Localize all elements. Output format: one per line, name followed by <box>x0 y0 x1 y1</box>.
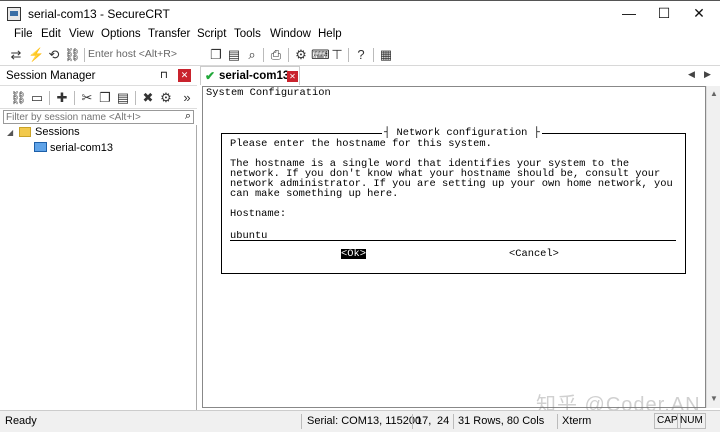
monitor-icon <box>34 142 47 152</box>
find-icon[interactable]: ⌕ <box>244 47 260 63</box>
toolbar-separator <box>373 48 374 62</box>
folder-icon <box>19 127 31 137</box>
menu-transfer[interactable]: Transfer <box>148 28 190 40</box>
pin-icon[interactable]: ⊓ <box>160 70 168 81</box>
session-manager-title: Session Manager <box>6 70 96 82</box>
scroll-up-icon[interactable]: ▲ <box>710 89 718 98</box>
terminal-screen[interactable]: System Configuration ┤ Network configura… <box>202 86 706 408</box>
session-manager-header: Session Manager ⊓ ✕ <box>0 66 197 86</box>
session-filter-box: ⌕ <box>3 110 194 124</box>
script-icon[interactable]: ▦ <box>378 47 394 63</box>
tab-scroll-right-icon[interactable]: ▶ <box>704 69 711 80</box>
status-cursor-row: 17, <box>416 415 432 427</box>
toolbar-separator <box>49 91 50 105</box>
menu-window[interactable]: Window <box>270 28 311 40</box>
paste-icon[interactable]: ▤ <box>226 47 242 63</box>
menu-bar: File Edit View Options Transfer Script T… <box>0 26 720 44</box>
reconnect-icon[interactable]: ⟲ <box>46 47 62 63</box>
menu-tools[interactable]: Tools <box>234 28 261 40</box>
maximize-button[interactable]: ☐ <box>651 4 677 22</box>
menu-view[interactable]: View <box>69 28 94 40</box>
paste-session-icon[interactable]: ▤ <box>115 90 131 106</box>
connect-icon[interactable]: ⇄ <box>8 47 24 63</box>
session-manager-toolbar: ⛓ ▭ ✚ ✂ ❐ ▤ ✖ ⚙ » <box>0 87 197 109</box>
status-separator <box>412 414 413 429</box>
toolbar-separator <box>84 48 85 62</box>
cut-icon[interactable]: ✂ <box>79 90 95 106</box>
collapse-icon[interactable]: ◢ <box>7 128 13 137</box>
status-separator <box>301 414 302 429</box>
status-separator <box>453 414 454 429</box>
search-icon[interactable]: ⌕ <box>185 110 191 123</box>
menu-help[interactable]: Help <box>318 28 342 40</box>
menu-edit[interactable]: Edit <box>41 28 61 40</box>
toolbar-separator <box>288 48 289 62</box>
print-icon[interactable]: ⎙ <box>268 47 284 63</box>
status-ready: Ready <box>5 415 37 427</box>
cancel-button[interactable]: <Cancel> <box>509 249 559 259</box>
hostname-input[interactable] <box>230 231 676 241</box>
status-separator <box>557 414 558 429</box>
toolbar-separator <box>74 91 75 105</box>
dialog-desc-line: can make something up here. <box>230 188 399 200</box>
network-config-dialog: ┤ Network configuration ├ Please enter t… <box>221 128 686 274</box>
connect-in-tab-icon[interactable]: ▭ <box>29 90 45 106</box>
tab-serial-com13[interactable]: ✔ serial-com13 ✕ <box>200 66 300 85</box>
status-emulation: Xterm <box>562 415 592 427</box>
enter-host-field[interactable]: Enter host <Alt+R> <box>88 48 177 60</box>
dialog-title: ┤ Network configuration ├ <box>382 127 542 139</box>
menu-options[interactable]: Options <box>101 28 141 40</box>
menu-script[interactable]: Script <box>197 28 226 40</box>
dialog-prompt: Please enter the hostname for this syste… <box>230 138 492 150</box>
session-tab-bar: ✔ serial-com13 ✕ ◀ ▶ <box>200 66 720 86</box>
copy-session-icon[interactable]: ❐ <box>97 90 113 106</box>
toolbar-separator <box>263 48 264 62</box>
close-button[interactable]: ✕ <box>686 4 712 22</box>
tab-close-button[interactable]: ✕ <box>287 71 298 82</box>
tab-scroll-left-icon[interactable]: ◀ <box>688 69 695 80</box>
sftp-icon[interactable]: ⊤ <box>329 47 345 63</box>
more-icon[interactable]: » <box>179 90 195 106</box>
add-session-icon[interactable]: ✚ <box>54 90 70 106</box>
minimize-button[interactable]: — <box>616 4 642 22</box>
title-bar: serial-com13 - SecureCRT — ☐ ✕ <box>0 0 720 26</box>
session-manager-close-button[interactable]: ✕ <box>178 69 191 82</box>
scroll-down-icon[interactable]: ▼ <box>710 394 718 403</box>
settings-icon[interactable]: ⚙ <box>293 47 309 63</box>
window-title: serial-com13 - SecureCRT <box>28 7 170 21</box>
session-filter-input[interactable] <box>6 111 178 123</box>
delete-icon[interactable]: ✖ <box>140 90 156 106</box>
properties-icon[interactable]: ⚙ <box>158 90 174 106</box>
help-icon[interactable]: ? <box>353 47 369 63</box>
num-lock-indicator: NUM <box>677 413 706 429</box>
link-icon[interactable]: ⛓ <box>64 47 81 63</box>
connected-check-icon: ✔ <box>205 69 216 83</box>
terminal-header: System Configuration <box>206 87 331 99</box>
status-connection: Serial: COM13, 115200 <box>307 415 422 427</box>
toolbar-separator <box>348 48 349 62</box>
terminal-scrollbar[interactable]: ▲ ▼ <box>706 86 720 408</box>
tab-label: serial-com13 <box>219 70 290 82</box>
status-bar: Ready Serial: COM13, 115200 17, 24 31 Ro… <box>0 410 720 432</box>
hostname-label: Hostname: <box>230 208 287 220</box>
status-size: 31 Rows, 80 Cols <box>458 415 545 427</box>
tree-item-serial-com13[interactable]: serial-com13 <box>50 142 113 154</box>
copy-icon[interactable]: ❐ <box>208 47 224 63</box>
session-tree: ◢ Sessions serial-com13 <box>0 125 197 410</box>
toolbar-separator <box>135 91 136 105</box>
ok-button[interactable]: <Ok> <box>341 249 366 259</box>
menu-file[interactable]: File <box>14 28 33 40</box>
status-cursor-col: 24 <box>437 415 450 427</box>
securecrt-app-icon <box>7 7 21 21</box>
keymap-icon[interactable]: ⌨ <box>311 47 330 63</box>
tree-item-sessions[interactable]: Sessions <box>35 126 80 138</box>
connect-session-icon[interactable]: ⛓ <box>10 90 27 106</box>
quick-connect-icon[interactable]: ⚡ <box>28 47 44 63</box>
